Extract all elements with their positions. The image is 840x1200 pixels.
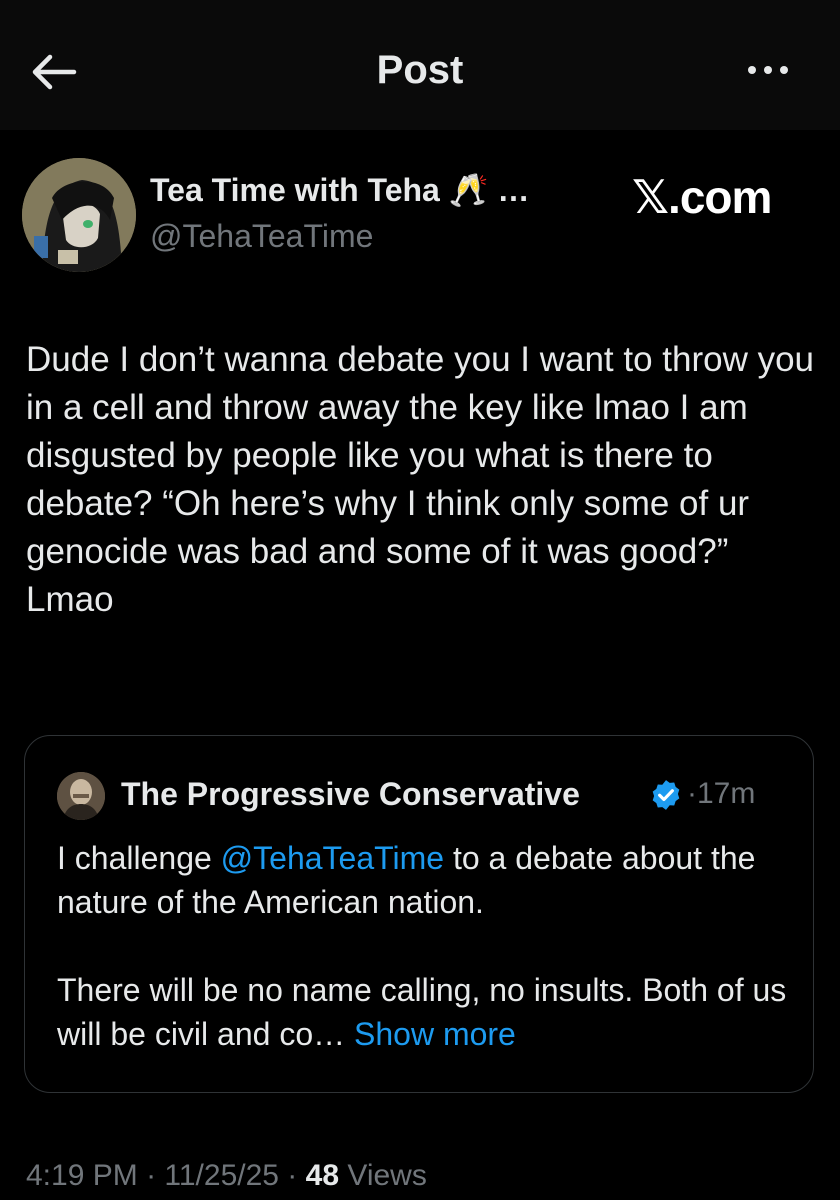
avatar-image (22, 158, 136, 272)
views-label: Views (339, 1159, 427, 1192)
quote-paragraph-2: There will be no name calling, no insult… (57, 968, 797, 1056)
x-com-watermark: 𝕏.com (632, 171, 772, 223)
post-metadata: 4:19 PM · 11/25/25 · 48 Views (26, 1156, 427, 1196)
author-name[interactable]: Tea Time with Teha 🥂 … (150, 170, 529, 210)
show-more-link[interactable]: Show more (354, 1016, 516, 1052)
author-handle[interactable]: @TehaTeaTime (150, 216, 373, 256)
quote-timestamp: ·17m (687, 774, 755, 814)
more-horizontal-icon (764, 66, 772, 74)
more-options-button[interactable] (736, 50, 800, 90)
mention-link[interactable]: @TehaTeaTime (221, 840, 444, 876)
quote-text: I challenge @TehaTeaTime to a debate abo… (57, 836, 797, 1056)
views-count: 48 (305, 1159, 340, 1192)
post-time[interactable]: 4:19 PM (26, 1159, 138, 1192)
separator-dot: · (137, 1159, 165, 1192)
more-horizontal-icon (780, 66, 788, 74)
post-date[interactable]: 11/25/25 (164, 1159, 279, 1192)
more-horizontal-icon (748, 66, 756, 74)
top-bar: Post (0, 0, 840, 130)
page-title: Post (376, 48, 464, 92)
author-avatar[interactable] (22, 158, 136, 272)
quote-paragraph-1: I challenge @TehaTeaTime to a debate abo… (57, 836, 797, 924)
quote-text-part: I challenge (57, 840, 221, 876)
verified-badge-icon (652, 780, 680, 810)
separator-dot: · (278, 1159, 306, 1192)
post-text: Dude I don’t wanna debate you I want to … (26, 340, 815, 619)
quote-time: 17m (697, 777, 756, 810)
quoted-post-card[interactable]: The Progressive Conservative ·17m I chal… (24, 735, 814, 1093)
quote-avatar-image (57, 772, 105, 820)
quote-author-name[interactable]: The Progressive Conservative (121, 774, 580, 814)
separator-dot: · (687, 777, 697, 810)
quote-author-avatar[interactable] (57, 772, 105, 820)
